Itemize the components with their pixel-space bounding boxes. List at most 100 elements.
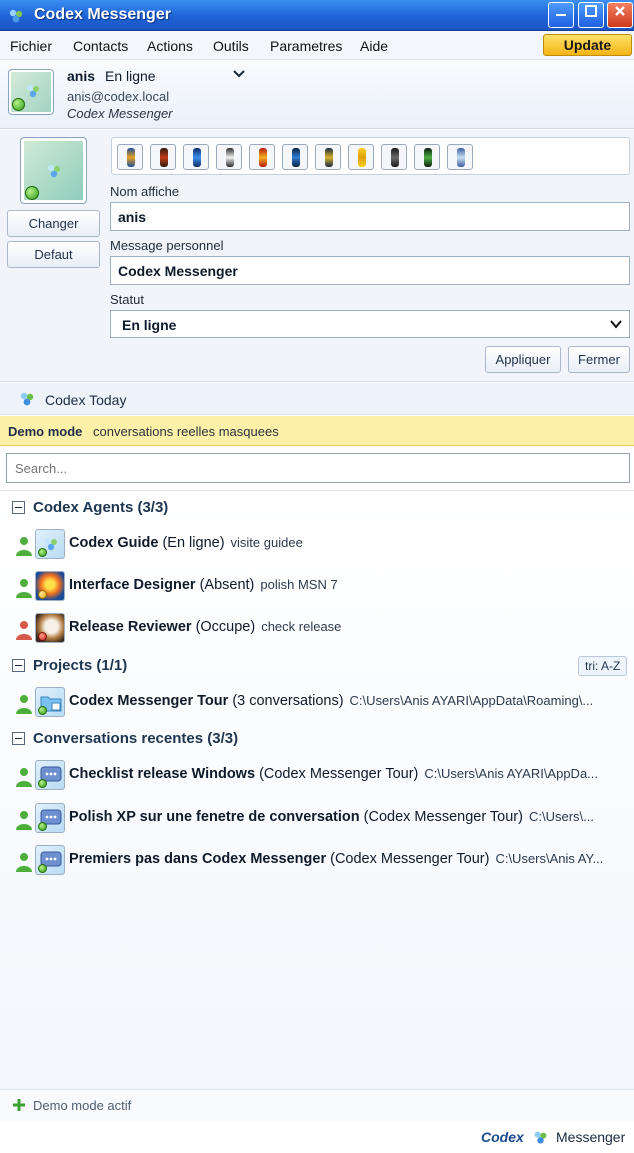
avatar-thumb[interactable]	[414, 144, 440, 170]
change-avatar-button[interactable]: Changer	[7, 210, 100, 237]
collapse-toggle-icon[interactable]	[12, 501, 25, 514]
title-bar: Codex Messenger	[0, 0, 634, 31]
demo-tag: Demo mode	[8, 424, 83, 439]
contact-status: (En ligne)	[162, 535, 225, 551]
conversation-title: Premiers pas dans Codex Messenger	[69, 851, 327, 867]
avatar-thumb[interactable]	[381, 144, 407, 170]
conversation-path: C:\Users\Anis AYARI\AppDa...	[424, 766, 599, 781]
avatar-thumb[interactable]	[282, 144, 308, 170]
avatar-thumb[interactable]	[249, 144, 275, 170]
project-count: (3 conversations)	[232, 693, 344, 709]
group-title: Projects (1/1)	[33, 657, 128, 674]
contact-message: check release	[261, 619, 342, 634]
menu-aide[interactable]: Aide	[360, 38, 388, 54]
window-title: Codex Messenger	[34, 6, 171, 23]
messenger-icon	[27, 85, 39, 98]
collapse-toggle-icon[interactable]	[12, 659, 25, 672]
project-row-codex-messenger-tour[interactable]: Codex Messenger Tour (3 conversations) C:…	[0, 687, 634, 717]
menu-fichier[interactable]: Fichier	[10, 38, 52, 54]
avatar-thumb[interactable]	[216, 144, 242, 170]
folder-icon	[35, 687, 65, 717]
avatar-large	[20, 137, 87, 204]
maximize-icon	[585, 5, 597, 17]
profile-status[interactable]: En ligne	[105, 68, 156, 84]
presence-online-icon	[16, 811, 32, 830]
minimize-icon	[556, 14, 566, 16]
search-input[interactable]	[6, 453, 630, 483]
chat-icon	[35, 845, 65, 875]
close-icon	[615, 6, 625, 16]
avatar[interactable]	[8, 69, 54, 115]
conversation-row[interactable]: Polish XP sur une fenetre de conversatio…	[0, 803, 634, 833]
status-select[interactable]: En ligne	[110, 310, 630, 338]
presence-online-icon	[16, 768, 32, 787]
contact-message: visite guidee	[230, 535, 303, 550]
minimize-button[interactable]	[548, 2, 574, 28]
presence-online-icon	[16, 537, 32, 556]
profile-email: anis@codex.local	[67, 89, 170, 104]
presence-online-icon	[16, 853, 32, 872]
online-status-dot	[25, 186, 39, 200]
contact-status: (Absent)	[199, 577, 255, 593]
chevron-down-icon	[610, 320, 622, 329]
avatar-thumb[interactable]	[150, 144, 176, 170]
demo-text: conversations reelles masquees	[93, 424, 279, 439]
avatar-thumb[interactable]	[447, 144, 473, 170]
contact-name: Codex Guide	[69, 535, 159, 551]
maximize-button[interactable]	[578, 2, 604, 28]
personal-message-label: Message personnel	[110, 238, 224, 253]
profile-name: anis	[67, 68, 96, 84]
status-label: Statut	[110, 292, 144, 307]
contact-row-interface-designer[interactable]: Interface Designer (Absent) polish MSN 7	[0, 571, 634, 601]
avatar-thumb[interactable]	[315, 144, 341, 170]
group-codex-agents[interactable]: Codex Agents (3/3)	[0, 497, 634, 519]
avatar-thumb[interactable]	[348, 144, 374, 170]
messenger-icon	[48, 165, 60, 178]
conversation-row[interactable]: Premiers pas dans Codex Messenger (Codex…	[0, 845, 634, 875]
group-projects[interactable]: Projects (1/1) tri: A-Z	[0, 655, 634, 677]
collapse-toggle-icon[interactable]	[12, 732, 25, 745]
conversation-row[interactable]: Checklist release Windows (Codex Messeng…	[0, 760, 634, 790]
menu-actions[interactable]: Actions	[147, 38, 193, 54]
messenger-icon	[20, 392, 34, 406]
status-select-value: En ligne	[122, 317, 177, 333]
close-editor-button[interactable]: Fermer	[568, 346, 630, 373]
contact-list: Codex Agents (3/3) Codex Guide (En ligne…	[0, 491, 634, 1089]
contact-name: Release Reviewer	[69, 619, 192, 635]
online-status-dot	[38, 548, 47, 557]
chat-icon	[35, 760, 65, 790]
menu-parametres[interactable]: Parametres	[270, 38, 342, 54]
online-status-dot	[38, 864, 47, 873]
contact-message: polish MSN 7	[260, 577, 338, 592]
conversation-title: Polish XP sur une fenetre de conversatio…	[69, 809, 360, 825]
close-button[interactable]	[607, 2, 633, 28]
group-title: Conversations recentes (3/3)	[33, 730, 239, 747]
avatar-strip	[111, 137, 630, 175]
presence-online-icon	[16, 695, 32, 714]
project-name: Codex Messenger Tour	[69, 693, 229, 709]
personal-message-field[interactable]: Codex Messenger	[110, 256, 630, 285]
plus-icon[interactable]	[12, 1098, 26, 1112]
sort-badge[interactable]: tri: A-Z	[578, 656, 628, 676]
app-icon	[35, 529, 65, 559]
conversation-path: C:\Users\...	[528, 809, 594, 824]
contact-row-release-reviewer[interactable]: Release Reviewer (Occupe) check release	[0, 613, 634, 643]
menu-contacts[interactable]: Contacts	[73, 38, 128, 54]
avatar-thumb[interactable]	[117, 144, 143, 170]
group-title: Codex Agents (3/3)	[33, 499, 169, 516]
group-recent-conversations[interactable]: Conversations recentes (3/3)	[0, 728, 634, 750]
contact-name: Interface Designer	[69, 577, 196, 593]
avatar-thumb[interactable]	[183, 144, 209, 170]
menu-outils[interactable]: Outils	[213, 38, 249, 54]
chevron-down-icon[interactable]	[231, 66, 247, 82]
presence-busy-icon	[16, 621, 32, 640]
chat-icon	[35, 803, 65, 833]
away-status-dot	[38, 590, 47, 599]
display-name-field[interactable]: anis	[110, 202, 630, 231]
contact-row-codex-guide[interactable]: Codex Guide (En ligne) visite guidee	[0, 529, 634, 559]
apply-button[interactable]: Appliquer	[485, 346, 561, 373]
flower-icon	[35, 571, 65, 601]
default-avatar-button[interactable]: Defaut	[7, 241, 100, 268]
update-button[interactable]: Update	[543, 34, 632, 56]
codex-today-bar[interactable]: Codex Today	[0, 383, 634, 415]
